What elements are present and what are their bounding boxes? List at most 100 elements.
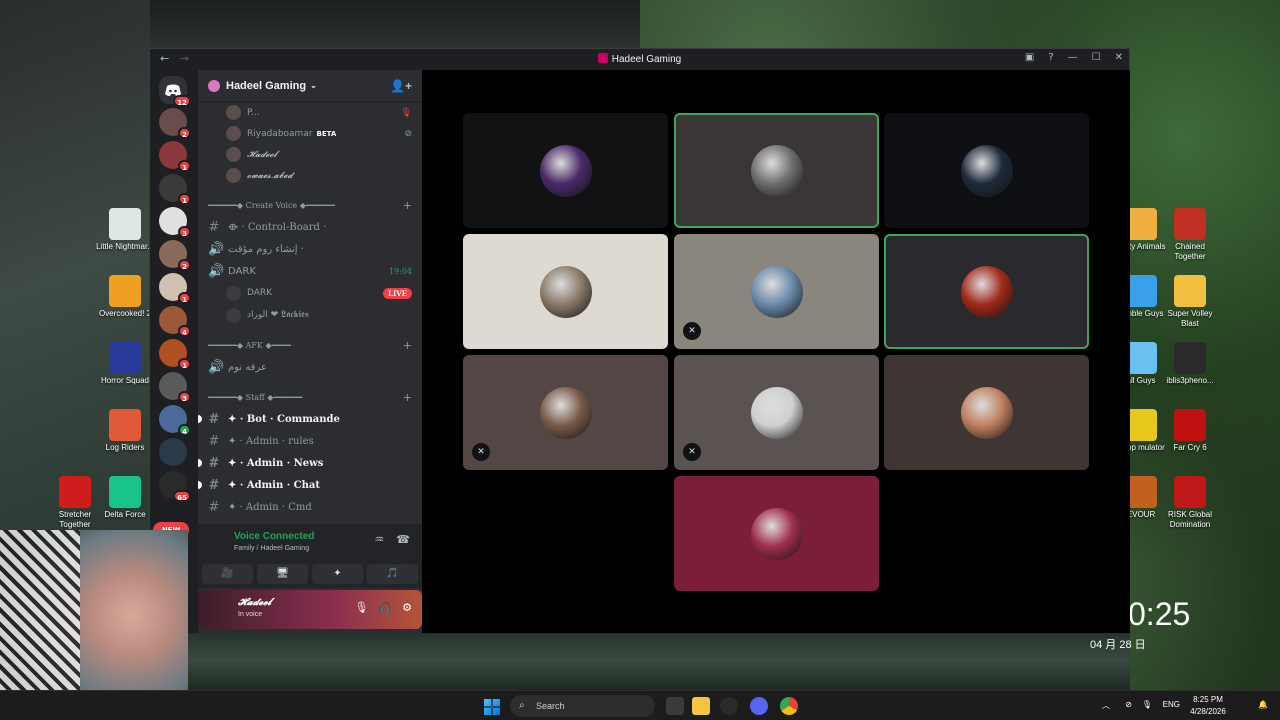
- unread-indicator: [198, 459, 202, 467]
- desktop-shortcut[interactable]: Horror Squad: [96, 342, 154, 386]
- participant-avatar: [539, 265, 592, 318]
- headphones-icon[interactable]: 🎧: [378, 601, 392, 614]
- server-icon[interactable]: 4: [159, 306, 191, 337]
- desktop-shortcut[interactable]: Overcooked! 2: [96, 275, 154, 319]
- server-icon[interactable]: 1: [159, 273, 191, 304]
- desktop-shortcut[interactable]: Delta Force: [96, 476, 154, 520]
- add-channel-icon[interactable]: +: [403, 391, 412, 404]
- windows-start-icon[interactable]: [484, 699, 500, 715]
- server-icon[interactable]: 65: [159, 471, 191, 502]
- category-create-voice[interactable]: ━━━━━━◆ Create Voice ◆━━━━━━ +: [198, 194, 422, 216]
- participant-tile[interactable]: ✕: [674, 234, 879, 349]
- desktop-shortcut[interactable]: Little Nightmar...: [96, 208, 154, 252]
- guild-icon: [208, 79, 220, 92]
- discord-taskbar-icon[interactable]: [750, 697, 768, 715]
- text-channel[interactable]: # ✦ · Admin · News: [198, 452, 422, 474]
- channel-create-room[interactable]: 🔊 إنشاء روم مؤقت ·: [198, 238, 422, 260]
- steam-icon[interactable]: [720, 697, 738, 715]
- mic-off-icon: 🎙: [400, 107, 412, 118]
- camera-icon[interactable]: 🎥: [202, 564, 253, 584]
- participant-tile[interactable]: [884, 113, 1089, 228]
- voice-member[interactable]: DARK LIVE: [198, 282, 422, 304]
- server-icon[interactable]: 1: [159, 339, 191, 370]
- microphone-icon[interactable]: 🎙: [354, 601, 368, 614]
- deafen-icon: ⊘: [404, 128, 412, 139]
- server-icon[interactable]: 4: [159, 405, 191, 436]
- desktop-shortcut[interactable]: Chained Together: [1161, 208, 1219, 262]
- category-afk[interactable]: ━━━━━━◆ AFK ◆━━━━ +: [198, 334, 422, 356]
- desktop-shortcut[interactable]: iblis3pheno...: [1161, 342, 1219, 386]
- voice-member[interactable]: الوراد ❤ 𝕷𝖆𝖈𝖐𝖎𝖊𝖘: [198, 304, 422, 326]
- desktop-shortcut[interactable]: Super Volley Blast: [1161, 275, 1219, 329]
- add-channel-icon[interactable]: +: [403, 339, 412, 352]
- screen-share-icon[interactable]: 🖥: [257, 564, 308, 584]
- participant-tile[interactable]: ✕: [463, 355, 668, 470]
- voice-member[interactable]: P... 🎙: [198, 102, 422, 123]
- server-icon[interactable]: 2: [159, 108, 191, 139]
- soundboard-icon[interactable]: 🎵: [367, 564, 418, 584]
- language-indicator[interactable]: ENG: [1163, 700, 1180, 709]
- text-channel[interactable]: # ✦ · Bot · Commande: [198, 408, 422, 430]
- server-icon[interactable]: 3: [159, 372, 191, 403]
- voice-member[interactable]: 𝓸𝔀𝓪𝓮𝓼.𝓪𝓫𝓮𝓭: [198, 165, 422, 186]
- inbox-icon[interactable]: ▣: [1025, 52, 1034, 63]
- server-icon[interactable]: [159, 438, 187, 466]
- minimize-button[interactable]: —: [1068, 52, 1078, 63]
- taskbar-time[interactable]: 8:25 PM: [1188, 695, 1228, 704]
- desktop-wallpaper-top: [150, 0, 640, 50]
- server-icon[interactable]: 3: [159, 207, 191, 238]
- maximize-button[interactable]: ☐: [1092, 52, 1101, 63]
- category-staff[interactable]: ━━━━━━◆ Staff ◆━━━━━━ +: [198, 386, 422, 408]
- voice-channel-dark[interactable]: 🔊 DARK 19:04: [198, 260, 422, 282]
- participant-tile[interactable]: [884, 234, 1089, 349]
- unread-indicator: [198, 415, 202, 423]
- task-view-icon[interactable]: [666, 697, 684, 715]
- add-member-icon[interactable]: 👤+: [390, 79, 412, 93]
- taskbar-search[interactable]: ⌕ Search: [510, 695, 655, 717]
- taskbar-date[interactable]: 4/28/2026: [1188, 707, 1228, 716]
- guild-header[interactable]: Hadeel Gaming ⌄ 👤+: [198, 70, 422, 102]
- text-channel[interactable]: # ✦ · Admin · Chat: [198, 474, 422, 496]
- live-badge: LIVE: [383, 287, 412, 299]
- noise-suppression-icon[interactable]: ♒: [374, 533, 384, 546]
- voice-call-stage: ✕ ✕ ✕: [422, 70, 1130, 633]
- channel-afk-room[interactable]: 🔊 عرفه نوم: [198, 356, 422, 378]
- notification-bell-icon[interactable]: 🔔: [1258, 700, 1268, 709]
- server-icon[interactable]: 2: [159, 240, 191, 271]
- voice-duration: 19:04: [388, 266, 412, 276]
- network-off-icon[interactable]: ⊘: [1125, 700, 1132, 709]
- text-channel[interactable]: # ✦ · Admin · Cmd: [198, 496, 422, 518]
- participant-tile[interactable]: ✕: [674, 355, 879, 470]
- voice-member[interactable]: 𝓗𝓪𝓭𝓮𝓮𝓵: [198, 144, 422, 165]
- settings-gear-icon[interactable]: ⚙: [402, 601, 412, 614]
- help-icon[interactable]: ?: [1048, 52, 1053, 63]
- microphone-tray-icon[interactable]: 🎙: [1142, 700, 1152, 709]
- channel-control-board[interactable]: # ⟴ · Control-Board ·: [198, 216, 422, 238]
- participant-tile[interactable]: [674, 476, 879, 591]
- text-channel[interactable]: # ✦ · Admin · rules: [198, 430, 422, 452]
- text-channel-icon: #: [208, 499, 220, 515]
- voice-member[interactable]: Riyadaboamar BETA ⊘: [198, 123, 422, 144]
- close-button[interactable]: ✕: [1115, 52, 1123, 63]
- chevron-up-icon[interactable]: ︿: [1102, 700, 1110, 711]
- desktop-shortcut[interactable]: Far Cry 6: [1161, 409, 1219, 453]
- desktop-shortcut[interactable]: RISK Global Domination: [1161, 476, 1219, 530]
- participant-tile[interactable]: [463, 234, 668, 349]
- desktop-shortcut[interactable]: Log Riders: [96, 409, 154, 453]
- participant-tile[interactable]: [463, 113, 668, 228]
- participant-tile[interactable]: [884, 355, 1089, 470]
- participant-tile[interactable]: [674, 113, 879, 228]
- home-button[interactable]: 12: [159, 76, 191, 107]
- user-name[interactable]: 𝓗𝓪𝓭𝓮𝓮𝓵: [238, 597, 271, 608]
- participant-avatar: [539, 144, 592, 197]
- add-channel-icon[interactable]: +: [403, 199, 412, 212]
- voice-channel-name[interactable]: Family / Hadeel Gaming: [234, 545, 309, 552]
- server-icon[interactable]: 1: [159, 174, 191, 205]
- avatar: [226, 147, 241, 162]
- file-explorer-icon[interactable]: [692, 697, 710, 715]
- chrome-icon[interactable]: [780, 697, 798, 715]
- disconnect-icon[interactable]: ☎: [396, 533, 410, 546]
- activities-icon[interactable]: ✦: [312, 564, 363, 584]
- app-icon: [109, 476, 141, 508]
- server-icon[interactable]: 1: [159, 141, 191, 172]
